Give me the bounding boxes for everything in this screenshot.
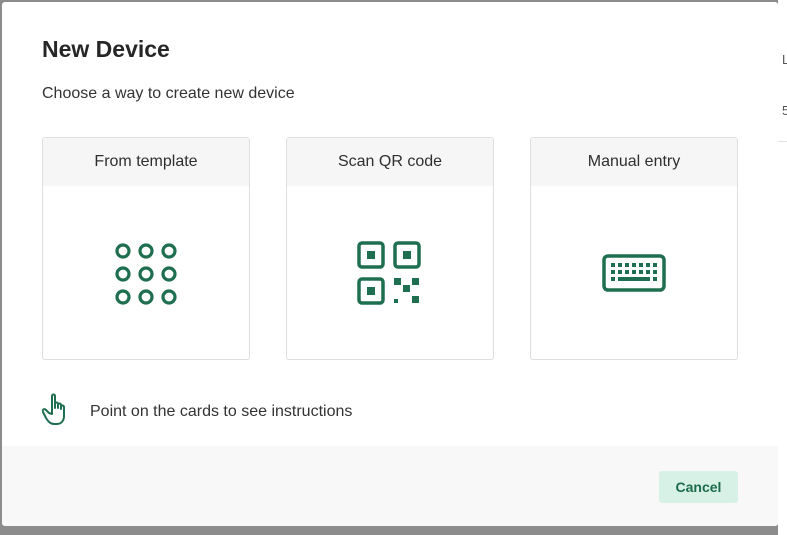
new-device-dialog: New Device Choose a way to create new de… xyxy=(2,2,778,526)
grid-dots-icon xyxy=(43,242,249,306)
dialog-title: New Device xyxy=(42,36,170,62)
card-title: Scan QR code xyxy=(287,138,493,186)
background-text: 5 xyxy=(782,103,787,118)
background-text: L xyxy=(782,52,787,67)
dialog-subtitle: Choose a way to create new device xyxy=(42,85,295,102)
scan-qr-code-card[interactable]: Scan QR code xyxy=(286,137,494,360)
instructions-hint: Point on the cards to see instructions xyxy=(41,392,353,431)
card-title: Manual entry xyxy=(531,138,737,186)
card-title: From template xyxy=(43,138,249,186)
hint-text: Point on the cards to see instructions xyxy=(90,402,353,420)
dialog-footer: Cancel xyxy=(2,446,778,526)
pointing-hand-icon xyxy=(41,392,74,431)
from-template-card[interactable]: From template xyxy=(42,137,250,360)
cancel-button[interactable]: Cancel xyxy=(659,471,738,503)
manual-entry-card[interactable]: Manual entry xyxy=(530,137,738,360)
keyboard-icon xyxy=(531,254,737,294)
background-divider xyxy=(778,141,787,142)
qr-code-icon xyxy=(287,240,493,308)
background-page-strip: L 5 xyxy=(778,0,787,535)
